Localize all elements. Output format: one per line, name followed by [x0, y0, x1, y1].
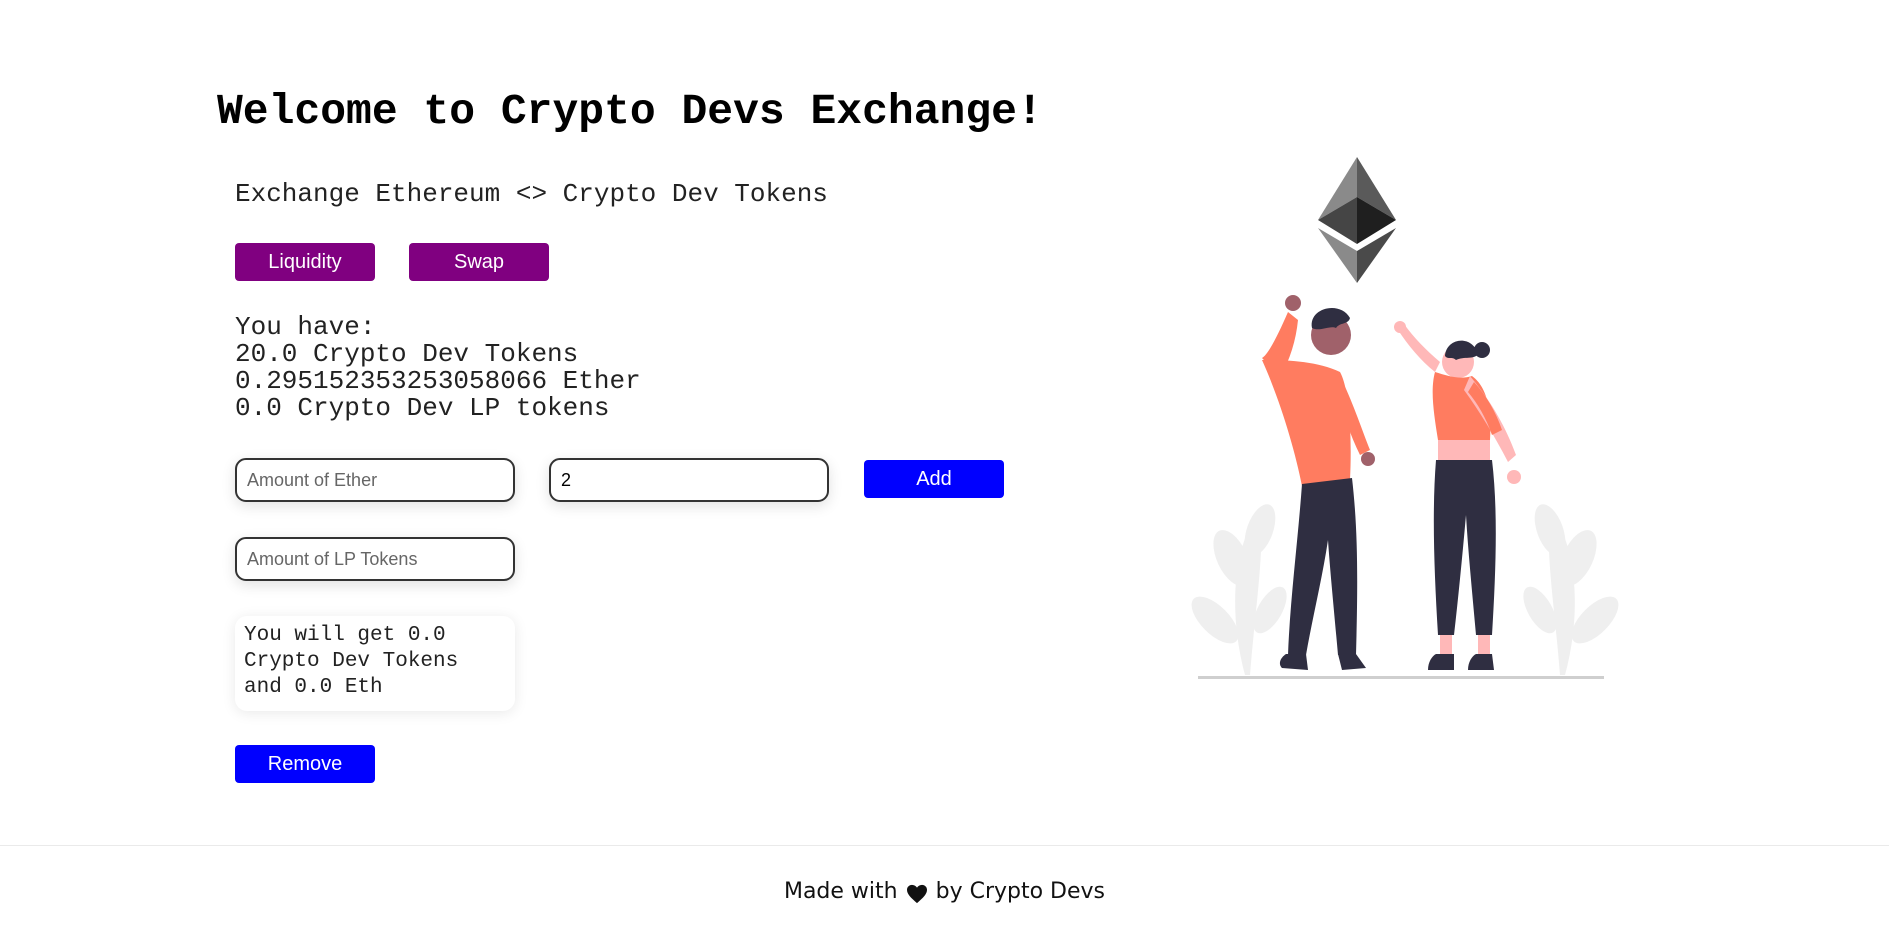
footer: Made with by Crypto Devs — [0, 845, 1889, 937]
liquidity-tab-button[interactable]: Liquidity — [235, 243, 375, 281]
token-amount-input[interactable] — [549, 458, 829, 502]
ether-amount-input[interactable] — [235, 458, 515, 502]
lp-amount-input[interactable] — [235, 537, 515, 581]
ground-line — [1198, 676, 1604, 679]
footer-prefix: Made with — [783, 879, 898, 904]
plant-right-decoration — [1523, 504, 1619, 675]
lp-token-balance: 0.0 Crypto Dev LP tokens — [235, 393, 610, 423]
ethereum-logo-icon — [1318, 157, 1396, 283]
plant-left-decoration — [1191, 504, 1287, 675]
remove-liquidity-button[interactable]: Remove — [235, 745, 375, 783]
heart-icon — [906, 884, 927, 903]
swap-tab-button[interactable]: Swap — [409, 243, 549, 281]
add-liquidity-button[interactable]: Add — [864, 460, 1004, 498]
page-title: Welcome to Crypto Devs Exchange! — [217, 87, 1043, 136]
main-content: Welcome to Crypto Devs Exchange! Exchang… — [0, 0, 1889, 845]
token-balance: 20.0 Crypto Dev Tokens — [235, 339, 579, 369]
page-subtitle: Exchange Ethereum <> Crypto Dev Tokens — [235, 179, 828, 209]
remove-result-text: You will get 0.0 Crypto Dev Tokens and 0… — [235, 616, 515, 711]
hero-illustration — [1191, 157, 1619, 679]
footer-suffix: by Crypto Devs — [935, 879, 1106, 904]
woman-figure — [1394, 321, 1521, 670]
balances-heading: You have: — [235, 312, 376, 342]
ether-balance: 0.295152353253058066 Ether — [235, 366, 641, 396]
balances-panel: You have: 20.0 Crypto Dev Tokens 0.29515… — [235, 314, 641, 422]
